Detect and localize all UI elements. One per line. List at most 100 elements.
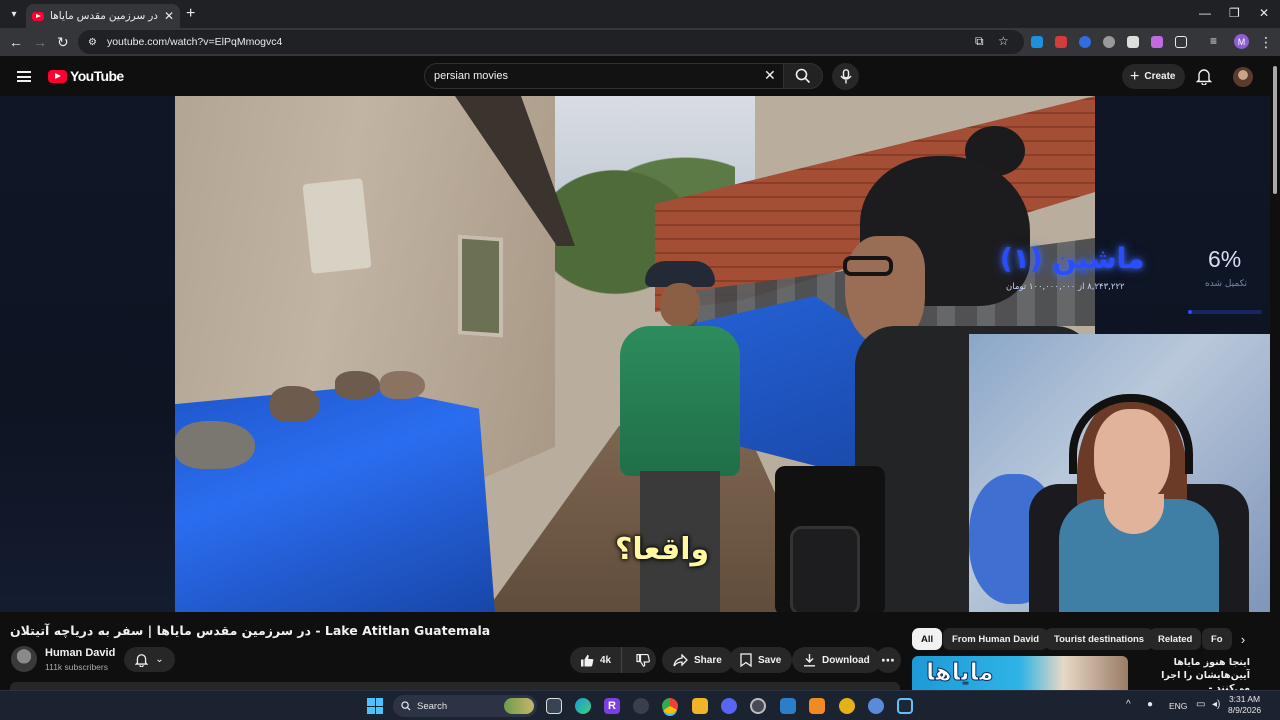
extensions-puzzle-icon[interactable]	[1175, 36, 1187, 48]
microphone-tray-icon[interactable]: ●	[1147, 699, 1153, 710]
address-bar[interactable]: ⚙ youtube.com/watch?v=ElPqMmogvc4 ⧉ ☆	[78, 30, 1024, 54]
chip-from-channel[interactable]: From Human David	[943, 628, 1049, 650]
related-video-thumbnail[interactable]: مایاها	[912, 656, 1128, 690]
chip-more[interactable]: Fo	[1202, 628, 1232, 650]
search-icon	[795, 68, 811, 84]
video-player[interactable]: واقعا؟ ماشین (۱) ۸,۲۴۳,۲۲۲ از ۱۰۰,۰۰۰,۰۰…	[0, 96, 1270, 612]
browser-toolbar: ← → ↻ ⚙ youtube.com/watch?v=ElPqMmogvc4 …	[0, 28, 1280, 56]
install-app-icon[interactable]: ⧉	[975, 34, 984, 49]
youtube-header: YouTube ✕ + Create	[0, 56, 1270, 96]
video-title: در سرزمین مقدس مایاها | سفر به دریاچه آت…	[10, 623, 491, 638]
related-thumbnail-text: مایاها	[926, 658, 995, 687]
voice-search-button[interactable]	[832, 63, 859, 90]
file-explorer-icon[interactable]	[692, 698, 708, 714]
site-info-icon[interactable]: ⚙	[88, 37, 97, 48]
bookmark-star-icon[interactable]: ☆	[998, 34, 1009, 48]
donation-goal-progress-fill	[1188, 310, 1193, 314]
subscribed-notifications-button[interactable]: ⌄	[124, 647, 175, 672]
reload-icon[interactable]: ↻	[57, 34, 69, 51]
page-scrollbar[interactable]	[1270, 56, 1280, 689]
hamburger-menu-icon[interactable]	[17, 71, 31, 82]
steam-icon[interactable]	[897, 698, 913, 714]
tab-title: در سرزمین مقدس مایاها | سفر به	[50, 10, 158, 22]
youtube-logo[interactable]: YouTube	[48, 68, 124, 84]
app-icon[interactable]	[868, 698, 884, 714]
task-view-icon[interactable]	[546, 698, 562, 714]
donation-goal-percent-label: تکمیل شده	[1205, 279, 1248, 289]
bookmark-icon	[740, 653, 752, 667]
volume-icon[interactable]: ◂)	[1212, 699, 1220, 710]
save-button[interactable]: Save	[729, 647, 793, 673]
plus-icon: +	[1130, 67, 1140, 85]
tray-overflow-chevron-icon[interactable]: ^	[1126, 699, 1131, 710]
tab-search-button[interactable]: ▾	[4, 4, 24, 24]
start-windows-icon[interactable]	[367, 698, 383, 714]
taskbar-search[interactable]: Search	[393, 695, 537, 717]
dislike-button[interactable]	[628, 653, 658, 667]
app-icon[interactable]	[839, 698, 855, 714]
like-count: 4k	[600, 654, 612, 666]
extension-icon[interactable]	[1103, 36, 1115, 48]
description-box[interactable]	[10, 682, 900, 690]
chrome-browser-icon[interactable]	[662, 698, 678, 714]
clock-time: 3:31 AM	[1228, 694, 1261, 704]
close-window-icon[interactable]: ✕	[1259, 6, 1269, 20]
donation-goal-title: ماشین (۱)	[1000, 242, 1145, 275]
app-icon[interactable]	[750, 698, 766, 714]
video-subtitle: واقعا؟	[615, 532, 710, 567]
channel-avatar[interactable]	[11, 646, 37, 672]
chip-scroll-right-button[interactable]: ›	[1232, 628, 1254, 650]
back-icon[interactable]: ←	[9, 34, 23, 50]
app-icon[interactable]	[809, 698, 825, 714]
share-button[interactable]: Share	[662, 647, 733, 673]
chip-related[interactable]: Related	[1149, 628, 1202, 650]
minimize-window-icon[interactable]: —	[1199, 6, 1211, 20]
channel-name[interactable]: Human David	[45, 647, 115, 659]
scene-rock	[380, 371, 425, 399]
edge-browser-icon[interactable]	[575, 698, 591, 714]
app-r-icon[interactable]: R	[604, 698, 620, 714]
taskbar-search-label: Search	[417, 700, 448, 712]
thumbs-down-icon	[636, 653, 651, 667]
extension-icon[interactable]	[1079, 36, 1091, 48]
download-label: Download	[822, 654, 870, 666]
account-avatar[interactable]	[1233, 67, 1253, 87]
browser-menu-icon[interactable]: ⋮	[1259, 34, 1273, 51]
like-dislike-group: 4k	[570, 647, 656, 673]
reading-list-icon[interactable]: ≡	[1210, 34, 1217, 48]
download-button[interactable]: Download	[792, 647, 881, 673]
scrollbar-thumb[interactable]	[1273, 66, 1277, 194]
video-frame[interactable]: واقعا؟	[175, 96, 1095, 612]
donation-goal-percent: 6%	[1208, 246, 1242, 272]
discord-icon[interactable]	[721, 698, 737, 714]
search-button[interactable]	[783, 63, 823, 89]
restore-window-icon[interactable]: ❐	[1229, 6, 1240, 20]
network-icon[interactable]: ▭	[1196, 699, 1205, 710]
input-language[interactable]: ENG	[1169, 701, 1187, 711]
create-button[interactable]: + Create	[1122, 64, 1186, 89]
clear-search-icon[interactable]: ✕	[764, 67, 776, 84]
chip-all[interactable]: All	[912, 628, 943, 650]
extension-icon[interactable]	[1055, 36, 1067, 48]
youtube-wordmark: YouTube	[70, 68, 124, 84]
subscriber-count: 111k subscribers	[45, 662, 108, 672]
app-icon[interactable]	[633, 698, 649, 714]
like-button[interactable]: 4k	[570, 647, 623, 673]
related-video-title[interactable]: اینجا هنوز مایاها آیین‌هایشان را اجرا می…	[1130, 656, 1250, 690]
close-tab-icon[interactable]: ✕	[164, 9, 174, 23]
extension-icon[interactable]	[1151, 36, 1163, 48]
clock[interactable]: 3:31 AM 8/9/2026	[1228, 694, 1261, 716]
extension-icon[interactable]	[1031, 36, 1043, 48]
search-input[interactable]	[434, 67, 754, 85]
more-actions-button[interactable]: ⋯	[875, 647, 901, 673]
chip-tourist-destinations[interactable]: Tourist destinations	[1045, 628, 1154, 650]
shield-extension-icon[interactable]	[1127, 36, 1139, 48]
notifications-bell-icon[interactable]	[1196, 68, 1212, 85]
new-tab-button[interactable]: +	[186, 5, 195, 23]
forward-icon[interactable]: →	[33, 34, 47, 50]
scene-window	[458, 234, 503, 338]
browser-tab[interactable]: در سرزمین مقدس مایاها | سفر به ✕	[26, 4, 180, 28]
app-v-icon[interactable]	[780, 698, 796, 714]
profile-avatar[interactable]: M	[1234, 34, 1249, 49]
save-label: Save	[758, 654, 782, 666]
